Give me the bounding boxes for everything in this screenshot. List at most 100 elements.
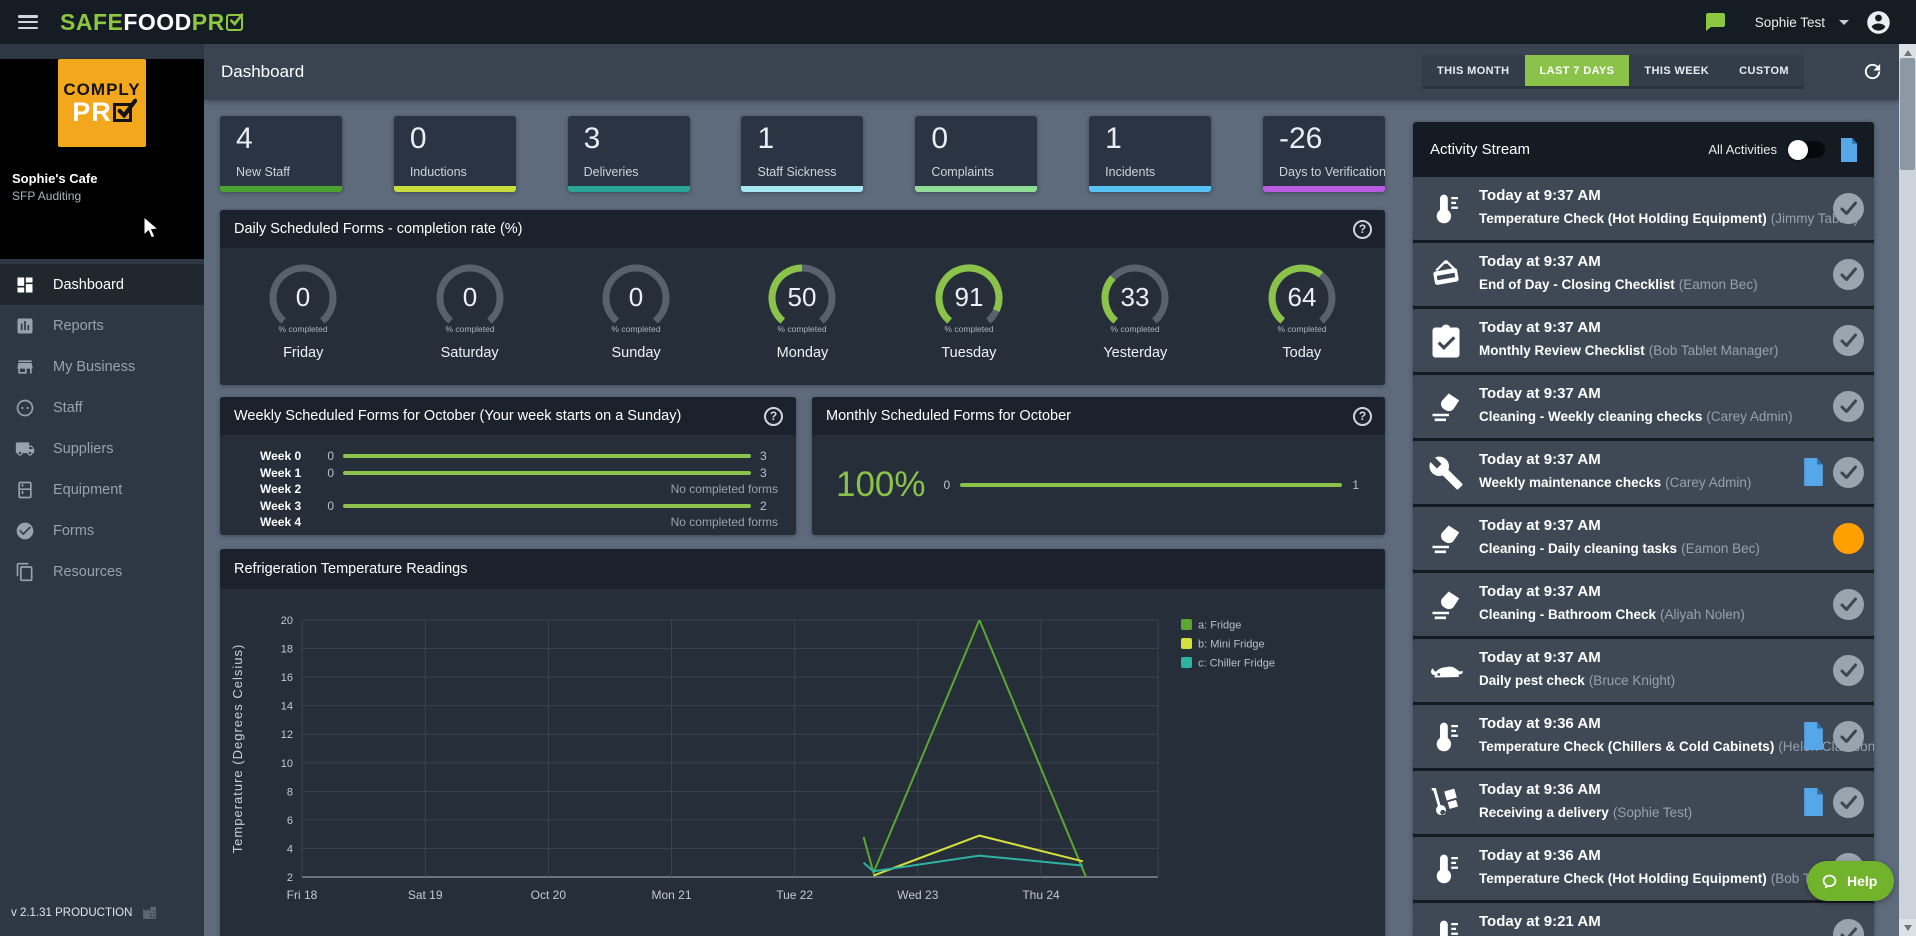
gauge-day-label: Monday bbox=[776, 345, 829, 361]
svg-text:4: 4 bbox=[287, 843, 293, 855]
stat-card-incidents[interactable]: 1 Incidents bbox=[1089, 116, 1212, 192]
activity-time: Today at 9:37 AM bbox=[1479, 517, 1601, 534]
svg-text:20: 20 bbox=[281, 615, 293, 627]
chat-icon[interactable] bbox=[1703, 10, 1727, 34]
refrigeration-panel-title: Refrigeration Temperature Readings bbox=[234, 561, 468, 577]
cleaning-icon bbox=[1428, 389, 1464, 425]
document-icon[interactable] bbox=[1802, 788, 1825, 816]
weekly-row-0: Week 0 0 3 bbox=[220, 448, 778, 465]
svg-text:% completed: % completed bbox=[611, 324, 660, 334]
chevron-down-icon[interactable] bbox=[1839, 19, 1849, 25]
monthly-panel-title: Monthly Scheduled Forms for October bbox=[826, 408, 1071, 424]
app-logo: SAFE FOOD PR bbox=[60, 8, 244, 36]
status-complete-icon[interactable] bbox=[1833, 589, 1864, 620]
stat-card-complaints[interactable]: 0 Complaints bbox=[915, 116, 1038, 192]
status-complete-icon[interactable] bbox=[1833, 259, 1864, 290]
svg-text:18: 18 bbox=[281, 644, 293, 656]
activity-person: (Carey Admin) bbox=[1665, 475, 1752, 490]
brand-food: FOOD bbox=[123, 8, 192, 35]
activity-item[interactable]: Today at 9:37 AM End of Day - Closing Che… bbox=[1413, 243, 1874, 306]
filter-last-7-days[interactable]: LAST 7 DAYS bbox=[1524, 55, 1630, 86]
help-icon[interactable]: ? bbox=[1353, 406, 1372, 426]
week-label: Week 3 bbox=[260, 498, 302, 513]
user-name[interactable]: Sophie Test bbox=[1755, 15, 1825, 30]
scroll-down-icon[interactable] bbox=[1899, 919, 1916, 936]
activity-time: Today at 9:37 AM bbox=[1479, 385, 1601, 402]
sidebar-item-label: Equipment bbox=[53, 481, 123, 498]
activity-title: Weekly maintenance checks bbox=[1479, 475, 1662, 490]
status-complete-icon[interactable] bbox=[1833, 325, 1864, 356]
refresh-icon[interactable] bbox=[1861, 60, 1884, 83]
activity-item[interactable]: Today at 9:37 AM Cleaning - Bathroom Chec… bbox=[1413, 573, 1874, 636]
sidebar-item-staff[interactable]: Staff bbox=[0, 387, 204, 428]
top-bar: SAFE FOOD PR Sophie Test bbox=[0, 0, 1916, 44]
status-complete-icon[interactable] bbox=[1833, 193, 1864, 224]
svg-text:Thu 24: Thu 24 bbox=[1022, 888, 1060, 902]
brand-safe: SAFE bbox=[60, 8, 124, 35]
help-icon[interactable]: ? bbox=[1353, 219, 1372, 239]
stat-card-deliveries[interactable]: 3 Deliveries bbox=[567, 116, 690, 192]
sidebar-item-suppliers[interactable]: Suppliers bbox=[0, 428, 204, 469]
reports-icon bbox=[15, 316, 35, 336]
filter-this-week[interactable]: THIS WEEK bbox=[1629, 55, 1724, 86]
activity-item[interactable]: Today at 9:37 AM Cleaning - Daily cleanin… bbox=[1413, 507, 1874, 570]
brand-pro: PR bbox=[191, 8, 225, 35]
activity-person: (Aliyah Nolen) bbox=[1660, 607, 1745, 622]
activity-item[interactable]: Today at 9:36 AM Temperature Check (Hot H… bbox=[1413, 837, 1874, 900]
sidebar-item-forms[interactable]: Forms bbox=[0, 510, 204, 551]
scrollbar-thumb[interactable] bbox=[1900, 58, 1915, 170]
week-label: Week 4 bbox=[260, 515, 302, 530]
monthly-range-end: 1 bbox=[1352, 478, 1359, 492]
document-icon[interactable] bbox=[1839, 137, 1859, 162]
svg-text:Fri 18: Fri 18 bbox=[287, 888, 318, 902]
status-complete-icon[interactable] bbox=[1833, 457, 1864, 488]
svg-text:Wed 23: Wed 23 bbox=[897, 888, 938, 902]
week-label: Week 2 bbox=[260, 482, 302, 497]
stat-color-bar bbox=[1089, 186, 1212, 192]
status-complete-icon[interactable] bbox=[1833, 655, 1864, 686]
stat-card-new-staff[interactable]: 4 New Staff bbox=[220, 116, 342, 192]
chat-bubble-icon bbox=[1820, 872, 1839, 891]
copy-icon bbox=[15, 562, 35, 582]
svg-text:c: Chiller Fridge: c: Chiller Fridge bbox=[1198, 658, 1275, 670]
activity-item[interactable]: Today at 9:37 AM Temperature Check (Hot H… bbox=[1413, 177, 1874, 240]
document-icon[interactable] bbox=[1802, 458, 1825, 486]
org-logo-line2: PR bbox=[72, 97, 112, 128]
status-pending-icon[interactable] bbox=[1833, 523, 1864, 554]
activity-item[interactable]: Today at 9:21 AMTemperature Check (Hot H… bbox=[1413, 903, 1874, 936]
filter-custom[interactable]: CUSTOM bbox=[1724, 55, 1804, 86]
activity-item[interactable]: Today at 9:37 AM Daily pest check (Bruce K… bbox=[1413, 639, 1874, 702]
activity-item[interactable]: Today at 9:37 AM Cleaning - Weekly cleani… bbox=[1413, 375, 1874, 438]
status-complete-icon[interactable] bbox=[1833, 721, 1864, 752]
activity-item[interactable]: Today at 9:37 AM Monthly Review Checklist… bbox=[1413, 309, 1874, 372]
document-icon[interactable] bbox=[1802, 722, 1825, 750]
svg-text:% completed: % completed bbox=[944, 324, 993, 334]
activity-item[interactable]: Today at 9:36 AM Receiving a delivery (Sop… bbox=[1413, 771, 1874, 834]
filter-this-month[interactable]: THIS MONTH bbox=[1422, 55, 1524, 86]
page-scrollbar[interactable] bbox=[1899, 44, 1916, 936]
range-end: 3 bbox=[760, 449, 767, 464]
gauge-day-label: Tuesday bbox=[941, 345, 997, 361]
stat-card-inductions[interactable]: 0 Inductions bbox=[393, 116, 516, 192]
sidebar-item-equipment[interactable]: Equipment bbox=[0, 469, 204, 510]
activity-item[interactable]: Today at 9:36 AM Temperature Check (Chill… bbox=[1413, 705, 1874, 768]
all-activities-toggle[interactable] bbox=[1788, 139, 1825, 160]
stat-card-days-to-verification[interactable]: -26 Days to Verification bbox=[1262, 116, 1385, 192]
status-complete-icon[interactable] bbox=[1833, 919, 1864, 936]
help-button[interactable]: Help bbox=[1807, 861, 1895, 901]
sidebar-item-label: My Business bbox=[53, 358, 136, 375]
sidebar-item-my-business[interactable]: My Business bbox=[0, 346, 204, 387]
activity-item[interactable]: Today at 9:37 AM Weekly maintenance check… bbox=[1413, 441, 1874, 504]
sidebar-item-dashboard[interactable]: Dashboard bbox=[0, 264, 204, 305]
status-complete-icon[interactable] bbox=[1833, 391, 1864, 422]
avatar[interactable] bbox=[1865, 9, 1892, 36]
sidebar-item-resources[interactable]: Resources bbox=[0, 551, 204, 592]
stat-card-staff-sickness[interactable]: 1 Staff Sickness bbox=[741, 116, 864, 192]
activity-person: (Bruce Knight) bbox=[1588, 673, 1676, 688]
sidebar-item-reports[interactable]: Reports bbox=[0, 305, 204, 346]
help-icon[interactable]: ? bbox=[764, 406, 783, 426]
week-bar bbox=[343, 470, 751, 475]
gauge-sunday: 0 % completed Sunday bbox=[553, 248, 719, 361]
menu-icon[interactable] bbox=[18, 15, 38, 29]
status-complete-icon[interactable] bbox=[1833, 787, 1864, 818]
